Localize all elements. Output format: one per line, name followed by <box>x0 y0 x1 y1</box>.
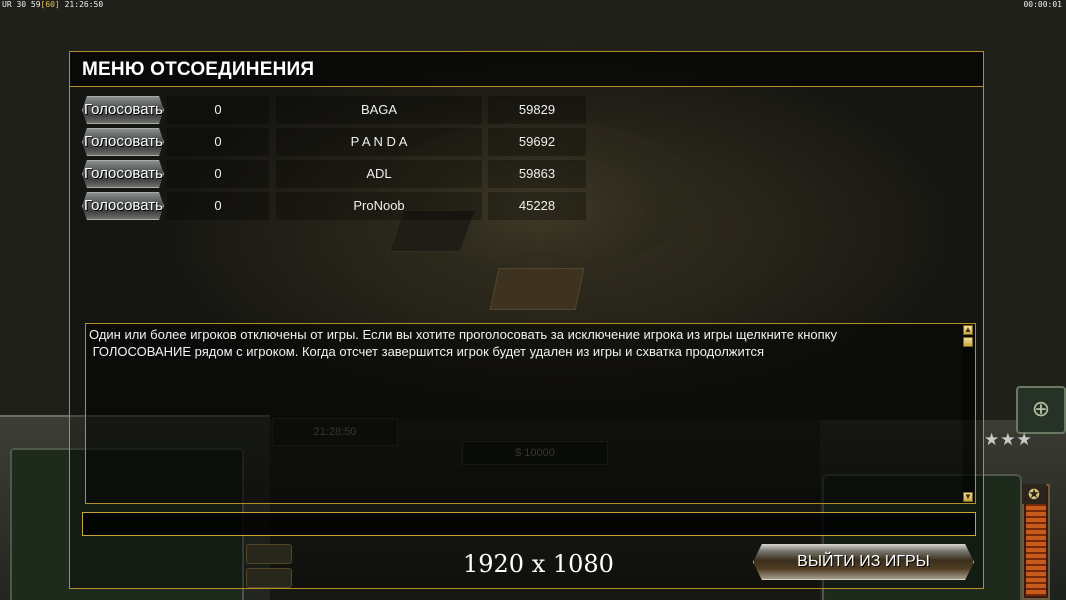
vote-button[interactable]: Голосовать <box>82 192 164 220</box>
dialog-title: МЕНЮ ОТСОЕДИНЕНИЯ <box>82 59 315 80</box>
exit-game-button[interactable]: ВЫЙТИ ИЗ ИГРЫ <box>753 544 974 580</box>
player-ping: 45228 <box>488 192 586 220</box>
message-text: Один или более игроков отключены от игры… <box>89 327 838 359</box>
player-name: BAGA <box>276 96 482 124</box>
vote-button[interactable]: Голосовать <box>82 160 164 188</box>
player-ping: 59829 <box>488 96 586 124</box>
chat-input[interactable] <box>82 512 976 536</box>
player-votes: 0 <box>167 160 269 188</box>
resolution-label: 1920 x 1080 <box>463 550 614 578</box>
vote-button[interactable]: Голосовать <box>82 128 164 156</box>
player-votes: 0 <box>167 96 269 124</box>
fps-prefix: UR 30 59 <box>2 0 41 9</box>
player-name: P A N D A <box>276 128 482 156</box>
fps-time: 21:26:50 <box>59 0 104 9</box>
power-meter-fill <box>1026 500 1046 596</box>
dialog-title-bar: МЕНЮ ОТСОЕДИНЕНИЯ <box>70 52 983 87</box>
player-votes: 0 <box>167 192 269 220</box>
rank-stars-icon: ★★★ <box>984 430 1033 449</box>
player-name: ProNoob <box>276 192 482 220</box>
scroll-down-icon[interactable]: ▼ <box>963 492 973 502</box>
game-clock: 00:00:01 <box>1023 0 1062 9</box>
fps-counter: UR 30 59[60] 21:26:50 <box>2 0 103 9</box>
power-icon: ✪ <box>1022 484 1046 504</box>
fps-bracket: [60] <box>40 0 60 9</box>
message-scrollbar[interactable]: ▲ ▼ <box>962 325 974 502</box>
message-box[interactable]: Один или более игроков отключены от игры… <box>85 323 976 504</box>
radar-icon[interactable]: ⊕ <box>1016 386 1066 434</box>
vote-button[interactable]: Голосовать <box>82 96 164 124</box>
player-votes: 0 <box>167 128 269 156</box>
disconnect-dialog: МЕНЮ ОТСОЕДИНЕНИЯ Голосовать 0 BAGA 5982… <box>69 51 984 589</box>
scroll-up-icon[interactable]: ▲ <box>963 325 973 335</box>
scroll-thumb[interactable] <box>963 337 973 347</box>
player-ping: 59863 <box>488 160 586 188</box>
player-ping: 59692 <box>488 128 586 156</box>
player-name: ADL <box>276 160 482 188</box>
